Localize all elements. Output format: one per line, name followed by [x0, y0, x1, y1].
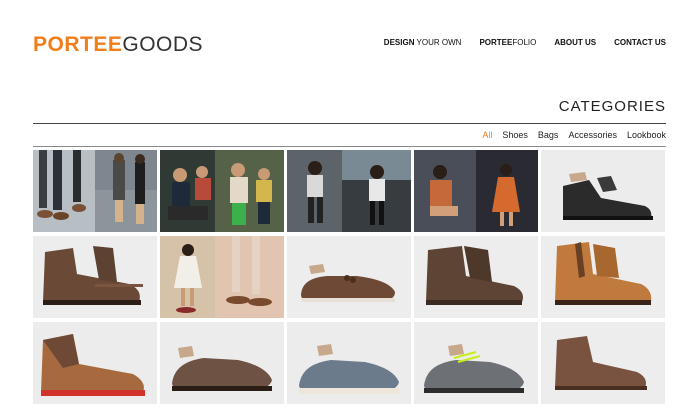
tile-lookbook-women-outdoor[interactable]: [287, 150, 411, 232]
shoe-two-tone-red-sole-boot: [33, 322, 157, 404]
heading-divider: [33, 123, 666, 124]
filter-lookbook[interactable]: Lookbook: [627, 130, 666, 140]
shoe-grey-wingtip-neon-laces: [414, 322, 538, 404]
nav-porteefolio[interactable]: PORTEEFOLIO: [479, 38, 536, 47]
site-logo[interactable]: PORTEEGOODS: [33, 33, 203, 57]
nav-label-bold: DESIGN: [383, 38, 415, 47]
tile-grey-blue-wingtip[interactable]: [287, 322, 411, 404]
nav-label-rest: YOUR OWN: [414, 38, 462, 47]
shoe-brown-wingtip-derby: [160, 322, 284, 404]
shoe-brown-suede-boot: [414, 236, 538, 318]
tile-lookbook-white-dress[interactable]: [160, 236, 284, 318]
lookbook-photo-girl-white-dress: [160, 236, 284, 318]
filter-accessories[interactable]: Accessories: [568, 130, 617, 140]
tile-tan-leather-boot[interactable]: [541, 236, 665, 318]
filter-divider: [33, 146, 666, 147]
shoe-brown-chukka-low: [541, 322, 665, 404]
nav-about-us[interactable]: ABOUT US: [554, 38, 596, 47]
shoe-black-wingtip-boot: [541, 150, 665, 232]
tile-brown-tassel-loafer[interactable]: [287, 236, 411, 318]
category-filters: All Shoes Bags Accessories Lookbook: [482, 130, 666, 140]
tile-two-tone-boot[interactable]: [33, 322, 157, 404]
filter-all[interactable]: All: [482, 130, 492, 140]
main-nav: DESIGN YOUR OWN PORTEEFOLIO ABOUT US CON…: [384, 38, 666, 47]
tile-grey-neon-laces[interactable]: [414, 322, 538, 404]
lookbook-photo-women-outdoor: [287, 150, 411, 232]
shoe-brown-tassel-loafer: [287, 236, 411, 318]
nav-label-bold: PORTEE: [479, 38, 513, 47]
tile-brown-chukka-low[interactable]: [541, 322, 665, 404]
lookbook-photo-group: [160, 150, 284, 232]
filter-bags[interactable]: Bags: [538, 130, 559, 140]
tile-brown-chukka-boot[interactable]: [33, 236, 157, 318]
shoe-grey-blue-wingtip: [287, 322, 411, 404]
lookbook-photo-legs-and-shoes: [33, 150, 157, 232]
nav-label-rest: FOLIO: [512, 38, 537, 47]
nav-label-bold: ABOUT US: [554, 38, 597, 47]
nav-contact-us[interactable]: CONTACT US: [614, 38, 666, 47]
nav-label-bold: CONTACT US: [614, 38, 666, 47]
logo-part-2: GOODS: [122, 33, 204, 56]
lookbook-photo-orange-dress: [414, 150, 538, 232]
tile-brown-wingtip-derby[interactable]: [160, 322, 284, 404]
tile-lookbook-group[interactable]: [160, 150, 284, 232]
tile-lookbook-orange-dress[interactable]: [414, 150, 538, 232]
nav-design-your-own[interactable]: DESIGN YOUR OWN: [384, 38, 462, 47]
tile-brown-suede-boot[interactable]: [414, 236, 538, 318]
filter-shoes[interactable]: Shoes: [502, 130, 528, 140]
shoe-brown-chukka-boot: [33, 236, 157, 318]
tile-black-wingtip-boot[interactable]: [541, 150, 665, 232]
logo-part-1: PORTEE: [33, 33, 123, 56]
product-grid: [33, 150, 667, 404]
tile-lookbook-legs[interactable]: [33, 150, 157, 232]
categories-heading: CATEGORIES: [558, 98, 666, 115]
shoe-tan-leather-boot: [541, 236, 665, 318]
